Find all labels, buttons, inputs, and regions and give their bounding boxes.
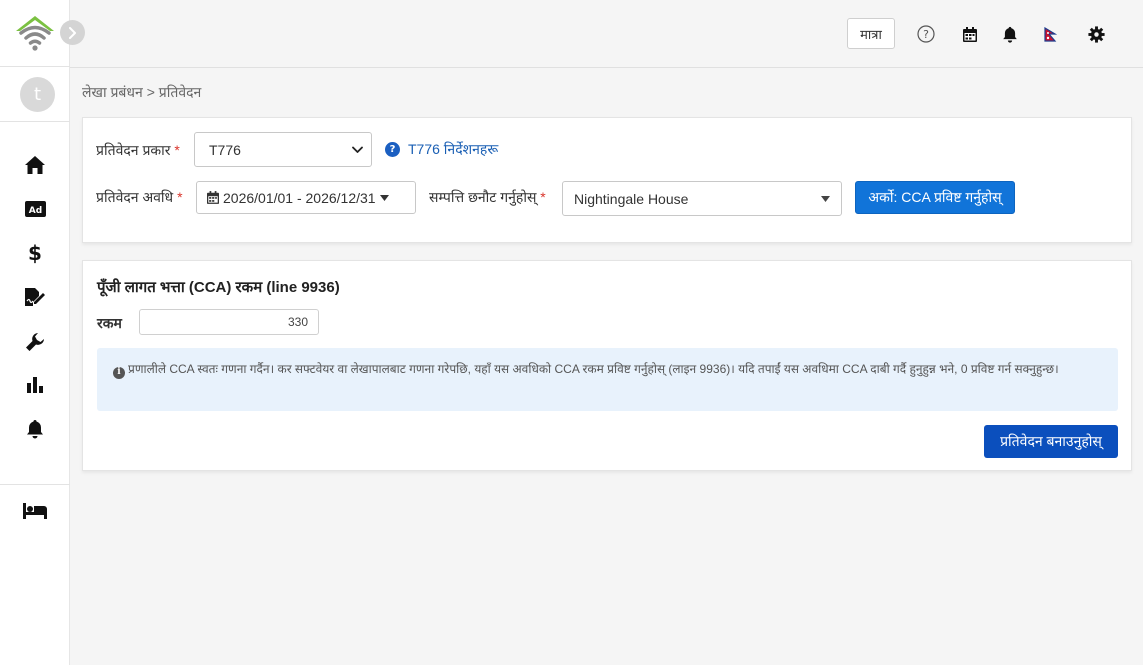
flag-icon xyxy=(1043,26,1057,42)
caret-down-icon xyxy=(821,195,830,202)
help-icon: ? xyxy=(917,25,935,43)
home-icon xyxy=(25,156,45,174)
report-type-select[interactable]: T776 xyxy=(194,132,372,167)
required-mark: * xyxy=(174,142,180,158)
app-logo[interactable] xyxy=(14,14,56,52)
avatar[interactable]: t xyxy=(20,77,55,112)
file-signature-icon xyxy=(25,288,45,306)
question-circle-icon: ? xyxy=(385,142,400,157)
report-type-label: प्रतिवेदन प्रकार * xyxy=(96,142,180,158)
report-period-picker[interactable]: 2026/01/01 - 2026/12/31 xyxy=(196,181,416,214)
svg-text:$: $ xyxy=(28,242,42,264)
dollar-icon: $ xyxy=(28,242,42,264)
sidebar-divider xyxy=(0,66,70,67)
sidebar-item-finance[interactable]: $ xyxy=(23,241,47,265)
report-filters-card: प्रतिवेदन प्रकार * T776 ? T776 निर्देशनह… xyxy=(82,117,1132,243)
sidebar: t Ad $ xyxy=(0,0,70,665)
unit-button[interactable]: मात्रा xyxy=(847,18,895,49)
sidebar-item-notifications[interactable] xyxy=(23,417,47,441)
help-button[interactable]: ? xyxy=(916,24,936,44)
cca-section-title: पूँजी लागत भत्ता (CCA) रकम (line 9936) xyxy=(97,279,340,296)
sidebar-collapse-button[interactable] xyxy=(60,20,85,45)
cca-info-alert: i प्रणालीले CCA स्वतः गणना गर्दैन। कर सफ्… xyxy=(97,348,1118,411)
property-select-label: सम्पत्ति छनौट गर्नुहोस् * xyxy=(429,189,546,205)
sidebar-item-ads[interactable]: Ad xyxy=(23,197,47,221)
required-mark: * xyxy=(177,189,183,205)
sidebar-divider xyxy=(0,121,70,122)
avatar-letter: t xyxy=(33,84,42,105)
sidebar-item-reports[interactable] xyxy=(23,373,47,397)
cca-amount-card: पूँजी लागत भत्ता (CCA) रकम (line 9936) र… xyxy=(82,260,1132,471)
caret-down-icon xyxy=(379,194,389,201)
report-period-value: 2026/01/01 - 2026/12/31 xyxy=(223,189,376,206)
report-type-value: T776 xyxy=(209,141,241,158)
wrench-icon xyxy=(26,333,44,351)
sidebar-item-tools[interactable] xyxy=(23,330,47,354)
breadcrumb: लेखा प्रबंधन > प्रतिवेदन xyxy=(82,84,202,100)
language-button[interactable] xyxy=(1040,24,1060,44)
svg-text:Ad: Ad xyxy=(28,206,41,216)
next-enter-cca-button[interactable]: अर्को: CCA प्रविष्ट गर्नुहोस् xyxy=(855,181,1015,214)
report-period-label: प्रतिवेदन अवधि * xyxy=(96,189,183,205)
cca-info-text: प्रणालीले CCA स्वतः गणना गर्दैन। कर सफ्ट… xyxy=(128,362,1059,376)
t776-help-link-text: T776 निर्देशनहरू xyxy=(408,141,499,157)
topbar: मात्रा ? xyxy=(70,0,1143,68)
ad-icon: Ad xyxy=(24,201,46,217)
calendar-icon xyxy=(207,191,219,204)
sidebar-divider xyxy=(0,484,70,485)
info-circle-icon: i xyxy=(113,366,125,379)
settings-button[interactable] xyxy=(1086,24,1106,44)
amount-label: रकम xyxy=(97,315,122,331)
bar-chart-icon xyxy=(27,377,43,393)
cca-amount-input[interactable]: 330 xyxy=(139,309,319,335)
property-select[interactable]: Nightingale House xyxy=(562,181,842,216)
bell-icon xyxy=(27,420,43,439)
calendar-icon xyxy=(963,26,977,42)
required-mark: * xyxy=(540,189,546,205)
calendar-button[interactable] xyxy=(960,24,980,44)
chevron-right-icon xyxy=(69,26,76,39)
t776-help-link[interactable]: ? T776 निर्देशनहरू xyxy=(385,140,498,159)
generate-report-button[interactable]: प्रतिवेदन बनाउनुहोस् xyxy=(984,425,1118,458)
property-value: Nightingale House xyxy=(574,190,689,207)
chevron-down-icon xyxy=(352,146,363,153)
notifications-button[interactable] xyxy=(1000,24,1020,44)
gear-icon xyxy=(1087,25,1105,43)
bed-icon xyxy=(23,503,47,519)
sidebar-item-documents[interactable] xyxy=(23,285,47,309)
sidebar-item-bookings[interactable] xyxy=(23,499,47,523)
svg-text:?: ? xyxy=(923,28,929,41)
sidebar-item-home[interactable] xyxy=(23,153,47,177)
bell-icon xyxy=(1003,26,1017,43)
